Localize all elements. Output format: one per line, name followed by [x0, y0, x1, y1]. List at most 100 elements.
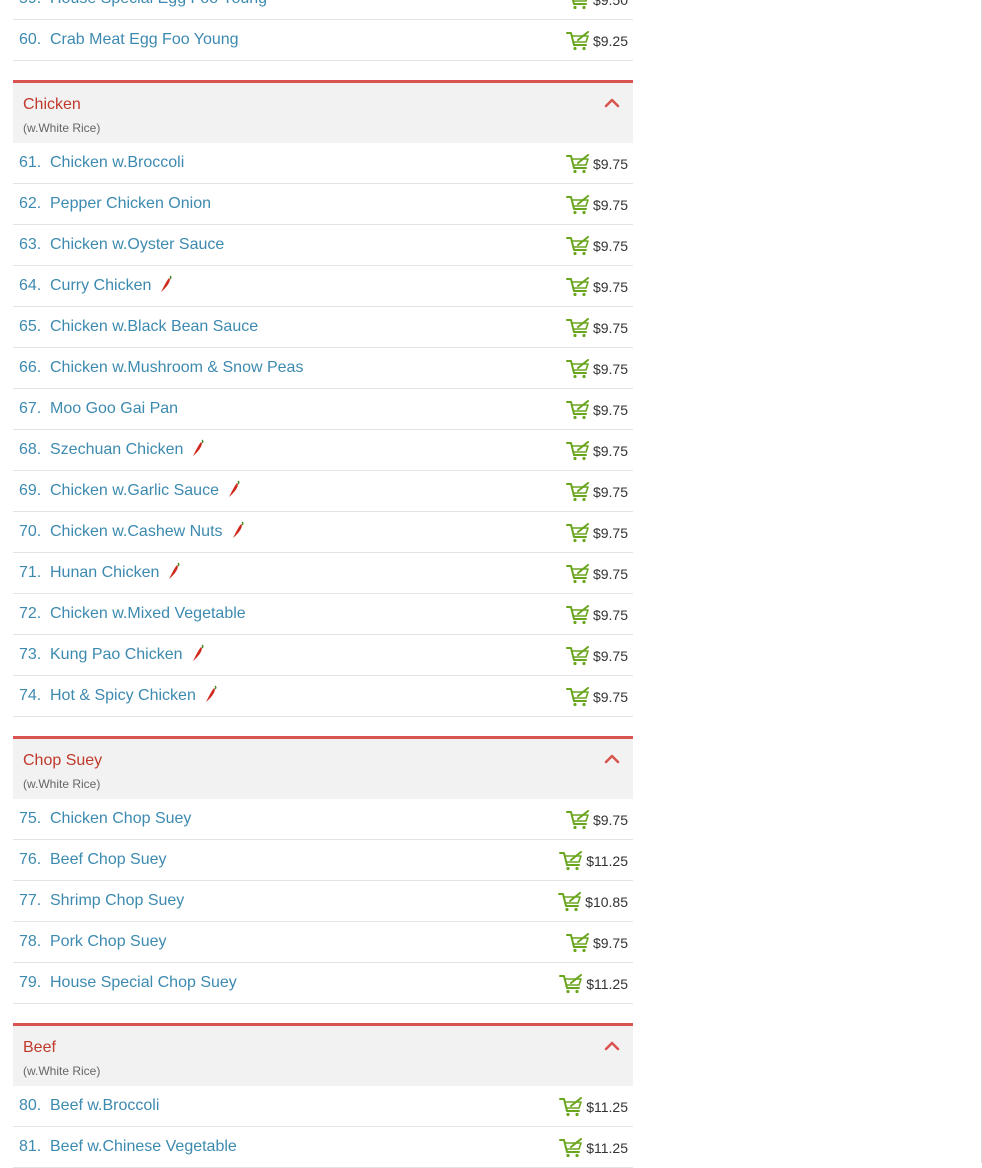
item-name-link[interactable]: House Special Egg Foo Young: [50, 0, 267, 8]
add-to-cart-icon[interactable]: [565, 441, 590, 461]
menu-item-row[interactable]: 64. Curry Chicken $9.75: [13, 266, 633, 307]
item-name-link[interactable]: Curry Chicken: [50, 275, 173, 295]
category-header[interactable]: Chicken (w.White Rice): [13, 80, 633, 143]
menu-item-row[interactable]: 62. Pepper Chicken Onion $9.75: [13, 184, 633, 225]
add-to-cart-button[interactable]: $11.25: [559, 1138, 628, 1158]
menu-item-row[interactable]: 77. Shrimp Chop Suey $10.85: [13, 881, 633, 922]
add-to-cart-button[interactable]: $9.50: [566, 0, 628, 10]
add-to-cart-icon[interactable]: [565, 400, 590, 420]
item-name-link[interactable]: Hunan Chicken: [50, 562, 181, 582]
category-header[interactable]: Beef (w.White Rice): [13, 1023, 633, 1086]
menu-item-row[interactable]: 78. Pork Chop Suey $9.75: [13, 922, 633, 963]
add-to-cart-icon[interactable]: [565, 236, 590, 256]
item-name-link[interactable]: Beef w.Chinese Vegetable: [50, 1138, 237, 1156]
add-to-cart-button[interactable]: $9.75: [565, 195, 628, 215]
add-to-cart-button[interactable]: $9.75: [565, 441, 628, 461]
item-name-link[interactable]: Chicken w.Black Bean Sauce: [50, 318, 258, 336]
menu-item-row[interactable]: 60. Crab Meat Egg Foo Young $9.25: [13, 20, 633, 61]
item-name-link[interactable]: Chicken w.Broccoli: [50, 154, 184, 172]
add-to-cart-button[interactable]: $11.25: [559, 974, 628, 994]
add-to-cart-icon[interactable]: [565, 482, 590, 502]
menu-item-row[interactable]: 73. Kung Pao Chicken $9.75: [13, 635, 633, 676]
add-to-cart-button[interactable]: $11.25: [559, 851, 628, 871]
item-name-link[interactable]: Szechuan Chicken: [50, 439, 205, 459]
chevron-up-icon[interactable]: [604, 97, 620, 109]
item-name-link[interactable]: Beef w.Broccoli: [50, 1097, 159, 1115]
item-name-link[interactable]: Chicken w.Cashew Nuts: [50, 521, 245, 541]
add-to-cart-button[interactable]: $9.75: [565, 318, 628, 338]
menu-item-row[interactable]: 75. Chicken Chop Suey $9.75: [13, 799, 633, 840]
add-to-cart-button[interactable]: $9.75: [565, 482, 628, 502]
add-to-cart-button[interactable]: $9.75: [565, 646, 628, 666]
add-to-cart-icon[interactable]: [565, 31, 590, 51]
add-to-cart-icon[interactable]: [559, 1138, 583, 1158]
add-to-cart-icon[interactable]: [565, 687, 590, 707]
chevron-up-icon[interactable]: [604, 1040, 620, 1052]
add-to-cart-icon[interactable]: [559, 1097, 583, 1117]
add-to-cart-button[interactable]: $9.75: [565, 400, 628, 420]
add-to-cart-button[interactable]: $9.75: [565, 523, 628, 543]
menu-item-row[interactable]: 81. Beef w.Chinese Vegetable $11.25: [13, 1127, 633, 1168]
menu-item-row[interactable]: 70. Chicken w.Cashew Nuts $9.75: [13, 512, 633, 553]
add-to-cart-icon[interactable]: [565, 277, 590, 297]
menu-item-row[interactable]: 69. Chicken w.Garlic Sauce $9.75: [13, 471, 633, 512]
add-to-cart-icon[interactable]: [565, 564, 590, 584]
add-to-cart-icon[interactable]: [565, 810, 590, 830]
menu-item-row[interactable]: 66. Chicken w.Mushroom & Snow Peas $9.75: [13, 348, 633, 389]
add-to-cart-icon[interactable]: [565, 318, 590, 338]
item-name-link[interactable]: Shrimp Chop Suey: [50, 892, 184, 910]
add-to-cart-icon[interactable]: [565, 523, 590, 543]
menu-item-row[interactable]: 67. Moo Goo Gai Pan $9.75: [13, 389, 633, 430]
item-name-link[interactable]: Chicken w.Oyster Sauce: [50, 236, 224, 254]
menu-item-row[interactable]: 63. Chicken w.Oyster Sauce $9.75: [13, 225, 633, 266]
menu-item-row[interactable]: 71. Hunan Chicken $9.75: [13, 553, 633, 594]
item-name-link[interactable]: Chicken w.Mushroom & Snow Peas: [50, 359, 303, 377]
add-to-cart-icon[interactable]: [565, 195, 590, 215]
add-to-cart-button[interactable]: $9.75: [565, 236, 628, 256]
add-to-cart-button[interactable]: $9.75: [565, 154, 628, 174]
item-name-link[interactable]: Chicken w.Garlic Sauce: [50, 480, 241, 500]
menu-item-row[interactable]: 65. Chicken w.Black Bean Sauce $9.75: [13, 307, 633, 348]
add-to-cart-icon[interactable]: [565, 605, 590, 625]
add-to-cart-button[interactable]: $11.25: [559, 1097, 628, 1117]
add-to-cart-button[interactable]: $9.25: [565, 31, 628, 51]
item-name-link[interactable]: House Special Chop Suey: [50, 974, 237, 992]
add-to-cart-button[interactable]: $9.75: [565, 605, 628, 625]
menu-item-row[interactable]: 79. House Special Chop Suey $11.25: [13, 963, 633, 1004]
add-to-cart-icon[interactable]: [559, 974, 583, 994]
chevron-up-icon[interactable]: [604, 753, 620, 765]
item-name-link[interactable]: Kung Pao Chicken: [50, 644, 205, 664]
item-name-link[interactable]: Beef Chop Suey: [50, 851, 167, 869]
add-to-cart-icon[interactable]: [565, 154, 590, 174]
item-name-link[interactable]: Crab Meat Egg Foo Young: [50, 31, 239, 49]
add-to-cart-button[interactable]: $9.75: [565, 687, 628, 707]
menu-item-row[interactable]: 80. Beef w.Broccoli $11.25: [13, 1086, 633, 1127]
menu-list: 59. House Special Egg Foo Young $9.50 60. Cr…: [13, 0, 633, 1168]
add-to-cart-button[interactable]: $9.75: [565, 564, 628, 584]
add-to-cart-icon[interactable]: [566, 0, 590, 10]
menu-item-row[interactable]: 59. House Special Egg Foo Young $9.50: [13, 0, 633, 20]
add-to-cart-icon[interactable]: [559, 851, 583, 871]
item-name-link[interactable]: Chicken w.Mixed Vegetable: [50, 605, 246, 623]
item-name-link[interactable]: Moo Goo Gai Pan: [50, 400, 178, 418]
category-subtitle: (w.White Rice): [23, 1064, 101, 1078]
menu-item-row[interactable]: 74. Hot & Spicy Chicken $9.75: [13, 676, 633, 717]
menu-item-row[interactable]: 61. Chicken w.Broccoli $9.75: [13, 143, 633, 184]
item-name-link[interactable]: Pork Chop Suey: [50, 933, 167, 951]
item-name-link[interactable]: Chicken Chop Suey: [50, 810, 191, 828]
item-name-link[interactable]: Pepper Chicken Onion: [50, 195, 211, 213]
add-to-cart-button[interactable]: $10.85: [558, 892, 628, 912]
add-to-cart-icon[interactable]: [565, 359, 590, 379]
add-to-cart-icon[interactable]: [565, 933, 590, 953]
add-to-cart-icon[interactable]: [565, 646, 590, 666]
menu-item-row[interactable]: 72. Chicken w.Mixed Vegetable $9.75: [13, 594, 633, 635]
add-to-cart-button[interactable]: $9.75: [565, 933, 628, 953]
category-header[interactable]: Chop Suey (w.White Rice): [13, 736, 633, 799]
add-to-cart-icon[interactable]: [558, 892, 582, 912]
item-name-link[interactable]: Hot & Spicy Chicken: [50, 685, 218, 705]
menu-item-row[interactable]: 76. Beef Chop Suey $11.25: [13, 840, 633, 881]
add-to-cart-button[interactable]: $9.75: [565, 810, 628, 830]
menu-item-row[interactable]: 68. Szechuan Chicken $9.75: [13, 430, 633, 471]
add-to-cart-button[interactable]: $9.75: [565, 359, 628, 379]
add-to-cart-button[interactable]: $9.75: [565, 277, 628, 297]
